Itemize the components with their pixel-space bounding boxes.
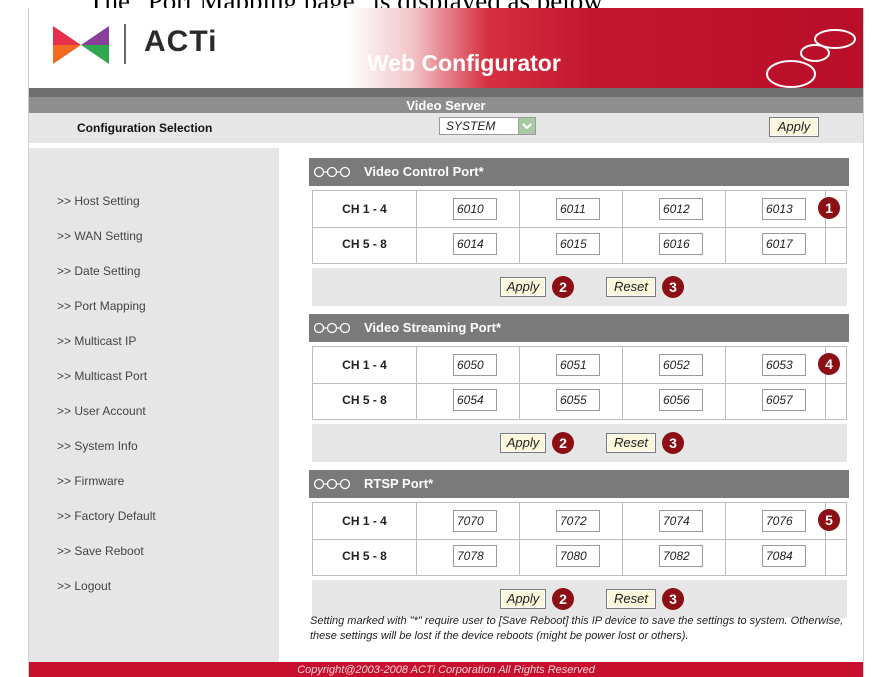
divider xyxy=(313,383,846,384)
config-apply-button[interactable]: Apply xyxy=(769,117,819,137)
callout-badge: 3 xyxy=(662,432,684,454)
callout-badge: 3 xyxy=(662,588,684,610)
section-title: RTSP Port* xyxy=(364,476,434,491)
configuration-select-value: SYSTEM xyxy=(446,119,496,133)
port-input[interactable]: 7076 xyxy=(762,510,806,532)
port-input[interactable]: 6051 xyxy=(556,354,600,376)
header-banner: ACTi Web Configurator xyxy=(29,8,863,88)
divider xyxy=(313,539,846,540)
port-input[interactable]: 6017 xyxy=(762,233,806,255)
configuration-bar: Configuration Selection SYSTEM Apply xyxy=(29,113,863,143)
port-input[interactable]: 6015 xyxy=(556,233,600,255)
callout-badge: 1 xyxy=(818,197,840,219)
reset-button[interactable]: Reset xyxy=(606,433,656,453)
chevron-down-icon[interactable] xyxy=(518,118,535,134)
port-input[interactable]: 6050 xyxy=(453,354,497,376)
apply-button[interactable]: Apply xyxy=(500,277,546,297)
server-band-top xyxy=(29,88,863,97)
callout-badge: 3 xyxy=(662,276,684,298)
sidebar-item-date-setting[interactable]: >> Date Setting xyxy=(57,264,140,278)
port-input[interactable]: 6057 xyxy=(762,389,806,411)
channel-label: CH 1 - 4 xyxy=(342,514,387,528)
decorative-rings-icon xyxy=(766,29,856,88)
port-input[interactable]: 6053 xyxy=(762,354,806,376)
port-input[interactable]: 7084 xyxy=(762,545,806,567)
sidebar-item-factory-default[interactable]: >> Factory Default xyxy=(57,509,156,523)
apply-button[interactable]: Apply xyxy=(500,433,546,453)
video-streaming-port-header: Video Streaming Port* xyxy=(309,314,849,342)
web-configurator-window: ACTi Web Configurator Video Server Confi… xyxy=(28,8,864,677)
reset-button[interactable]: Reset xyxy=(606,277,656,297)
video-control-button-panel: Apply 2 Reset 3 xyxy=(312,268,847,306)
rtsp-port-header: RTSP Port* xyxy=(309,470,849,498)
rtsp-port-table: CH 1 - 4 CH 5 - 8 7070 7072 7074 7076 70… xyxy=(312,502,847,576)
sidebar-item-port-mapping[interactable]: >> Port Mapping xyxy=(57,299,146,313)
channel-label: CH 5 - 8 xyxy=(342,393,387,407)
port-input[interactable]: 7082 xyxy=(659,545,703,567)
port-input[interactable]: 7080 xyxy=(556,545,600,567)
chain-link-icon xyxy=(313,166,351,178)
sidebar-item-save-reboot[interactable]: >> Save Reboot xyxy=(57,544,144,558)
save-reboot-footnote: Setting marked with "*" require user to … xyxy=(310,615,844,642)
port-input[interactable]: 7070 xyxy=(453,510,497,532)
port-input[interactable]: 6012 xyxy=(659,198,703,220)
channel-label: CH 5 - 8 xyxy=(342,549,387,563)
channel-label: CH 1 - 4 xyxy=(342,202,387,216)
port-input[interactable]: 6056 xyxy=(659,389,703,411)
server-title: Video Server xyxy=(406,98,486,113)
port-input[interactable]: 7078 xyxy=(453,545,497,567)
port-input[interactable]: 6013 xyxy=(762,198,806,220)
chain-link-icon xyxy=(313,478,351,490)
video-streaming-button-panel: Apply 2 Reset 3 xyxy=(312,424,847,462)
configuration-select[interactable]: SYSTEM xyxy=(439,117,536,135)
section-title: Video Streaming Port* xyxy=(364,320,502,335)
sidebar: >> Host Setting >> WAN Setting >> Date S… xyxy=(29,148,279,677)
acti-logo-icon xyxy=(53,26,109,64)
port-input[interactable]: 6054 xyxy=(453,389,497,411)
port-input[interactable]: 6014 xyxy=(453,233,497,255)
port-input[interactable]: 6011 xyxy=(556,198,600,220)
footer-bar: Copyright@2003-2008 ACTi Corporation All… xyxy=(29,662,863,677)
sidebar-item-user-account[interactable]: >> User Account xyxy=(57,404,146,418)
sidebar-item-multicast-port[interactable]: >> Multicast Port xyxy=(57,369,147,383)
chain-link-icon xyxy=(313,322,351,334)
sidebar-item-host-setting[interactable]: >> Host Setting xyxy=(57,194,140,208)
section-title: Video Control Port* xyxy=(364,164,484,179)
apply-button[interactable]: Apply xyxy=(500,589,546,609)
sidebar-item-logout[interactable]: >> Logout xyxy=(57,579,111,593)
callout-badge: 5 xyxy=(818,509,840,531)
callout-badge: 4 xyxy=(818,353,840,375)
divider xyxy=(313,227,846,228)
app-title: Web Configurator xyxy=(367,50,561,76)
sidebar-item-multicast-ip[interactable]: >> Multicast IP xyxy=(57,334,136,348)
port-input[interactable]: 7072 xyxy=(556,510,600,532)
sidebar-item-wan-setting[interactable]: >> WAN Setting xyxy=(57,229,143,243)
callout-badge: 2 xyxy=(552,588,574,610)
logo-separator xyxy=(124,24,126,64)
video-streaming-port-table: CH 1 - 4 CH 5 - 8 6050 6051 6052 6053 60… xyxy=(312,346,847,420)
rtsp-button-panel: Apply 2 Reset 3 xyxy=(312,580,847,618)
port-input[interactable]: 6010 xyxy=(453,198,497,220)
reset-button[interactable]: Reset xyxy=(606,589,656,609)
callout-badge: 2 xyxy=(552,276,574,298)
port-input[interactable]: 6052 xyxy=(659,354,703,376)
port-input[interactable]: 6055 xyxy=(556,389,600,411)
brand-name: ACTi xyxy=(144,25,218,58)
channel-label: CH 5 - 8 xyxy=(342,237,387,251)
copyright-text: Copyright@2003-2008 ACTi Corporation All… xyxy=(297,664,595,676)
configuration-selection-label: Configuration Selection xyxy=(77,121,213,135)
sidebar-item-firmware[interactable]: >> Firmware xyxy=(57,474,124,488)
callout-badge: 2 xyxy=(552,432,574,454)
port-input[interactable]: 7074 xyxy=(659,510,703,532)
sidebar-item-system-info[interactable]: >> System Info xyxy=(57,439,138,453)
channel-label: CH 1 - 4 xyxy=(342,358,387,372)
port-input[interactable]: 6016 xyxy=(659,233,703,255)
video-control-port-table: CH 1 - 4 CH 5 - 8 6010 6011 6012 6013 60… xyxy=(312,190,847,264)
video-control-port-header: Video Control Port* xyxy=(309,158,849,186)
